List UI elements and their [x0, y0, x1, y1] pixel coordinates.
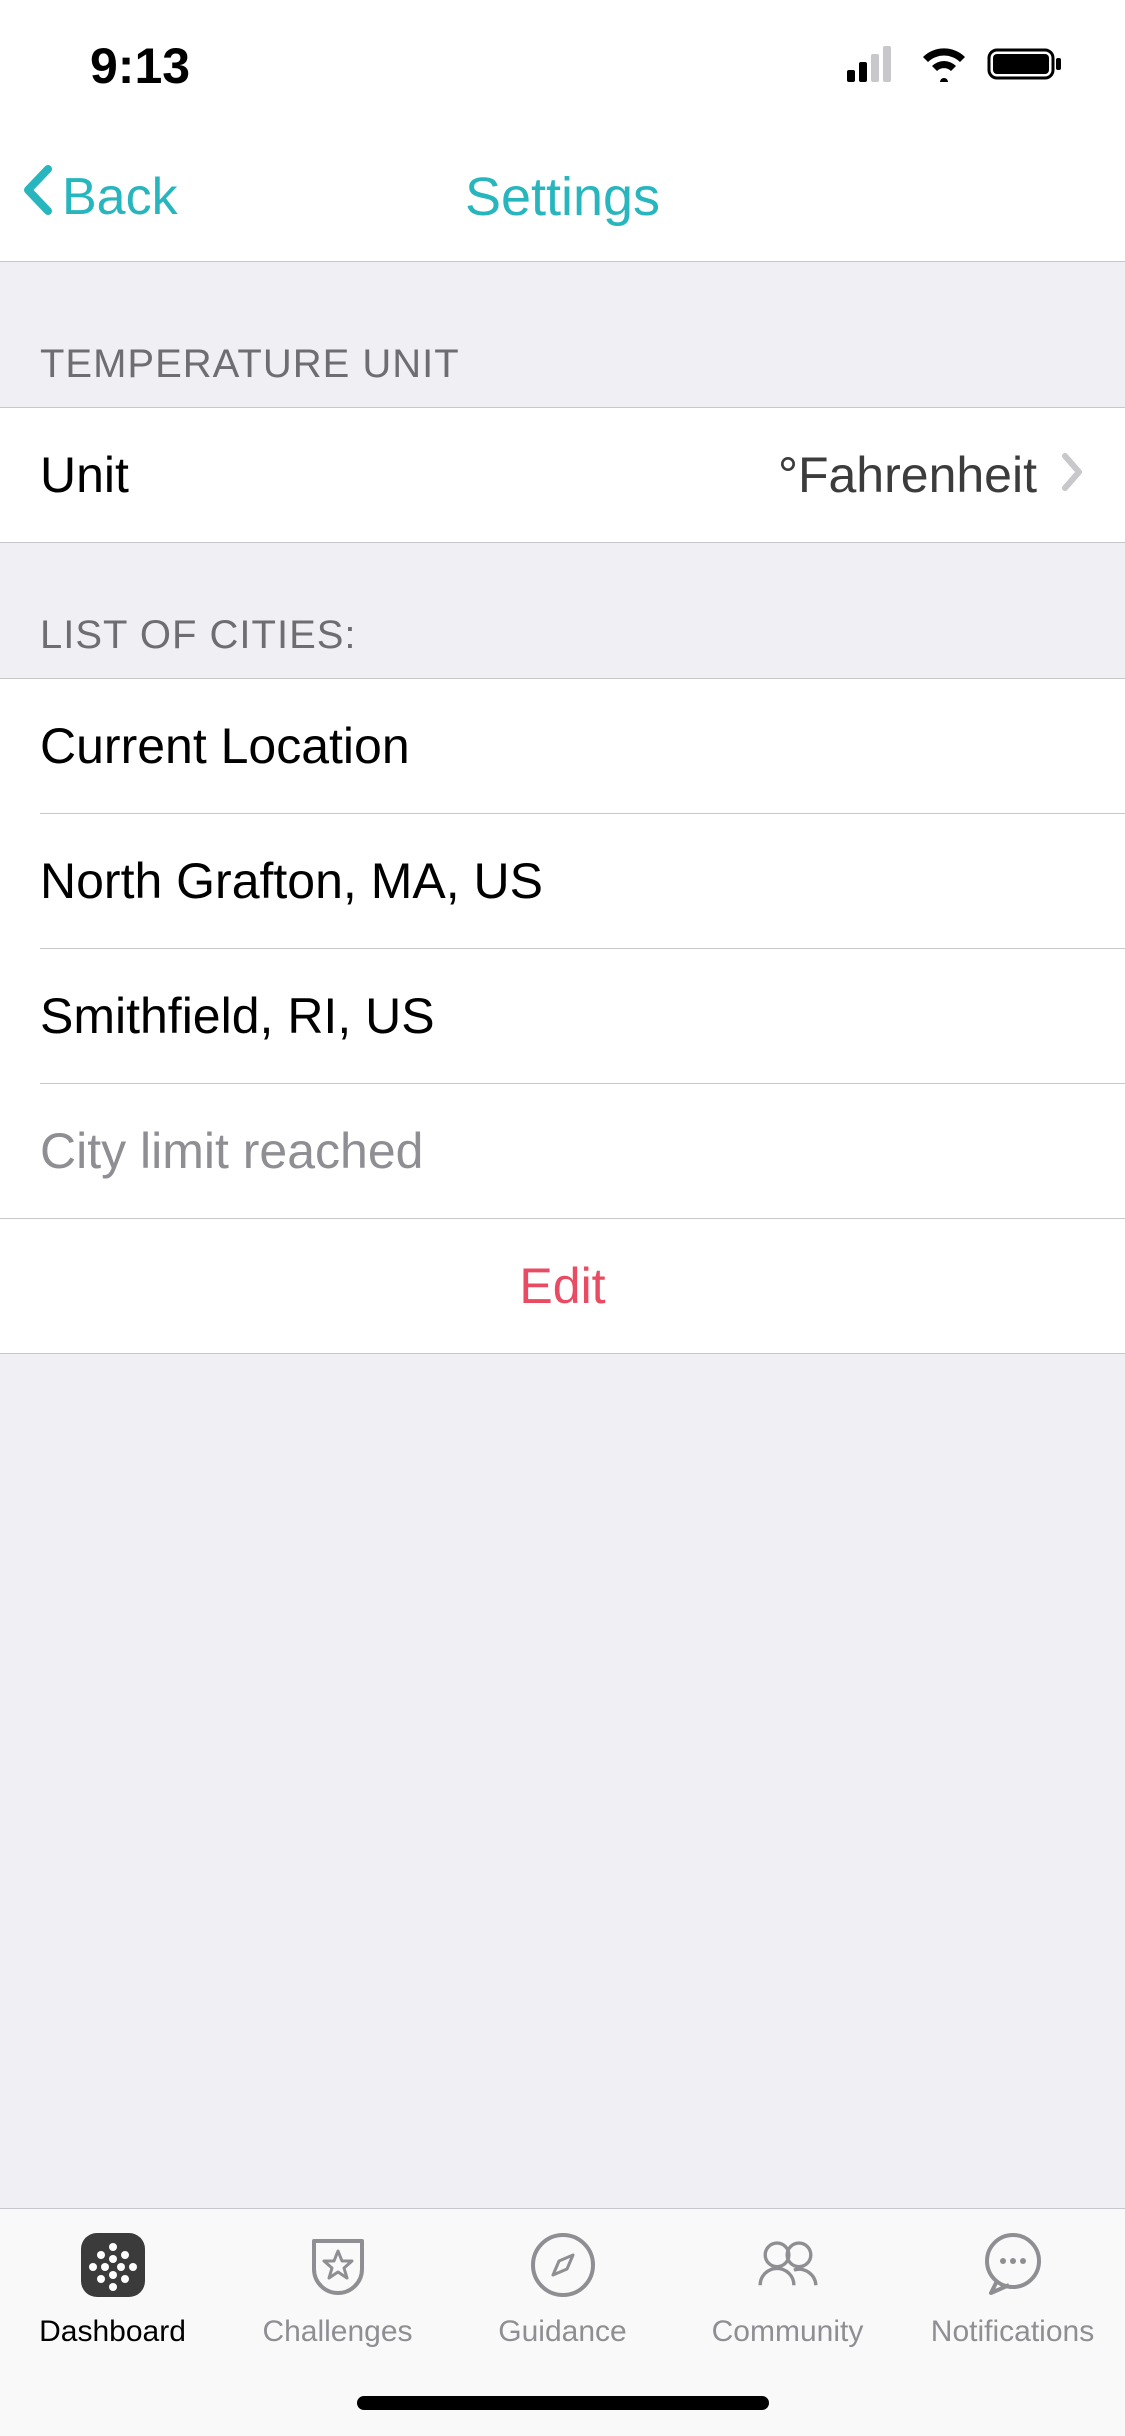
status-icons [847, 46, 1065, 87]
unit-value-container: °Fahrenheit [778, 446, 1085, 504]
unit-row[interactable]: Unit °Fahrenheit [0, 407, 1125, 543]
tab-label: Dashboard [39, 2315, 186, 2349]
tab-community[interactable]: Community [675, 2227, 900, 2349]
guidance-icon [525, 2227, 601, 2303]
unit-label: Unit [40, 446, 129, 504]
dashboard-icon [75, 2227, 151, 2303]
notifications-icon [975, 2227, 1051, 2303]
cell-signal-icon [847, 46, 901, 87]
back-label: Back [62, 167, 178, 227]
chevron-left-icon [20, 163, 54, 230]
section-header-cities: LIST OF CITIES: [0, 543, 1125, 678]
section-header-temperature: TEMPERATURE UNIT [0, 262, 1125, 407]
back-button[interactable]: Back [20, 163, 178, 230]
city-row-current-location[interactable]: Current Location [40, 679, 1125, 814]
tab-guidance[interactable]: Guidance [450, 2227, 675, 2349]
nav-bar: Back Settings [0, 132, 1125, 262]
tab-dashboard[interactable]: Dashboard [0, 2227, 225, 2349]
community-icon [750, 2227, 826, 2303]
unit-value: °Fahrenheit [778, 446, 1037, 504]
city-limit-message: City limit reached [40, 1084, 1125, 1218]
tab-label: Notifications [931, 2315, 1094, 2349]
tab-challenges[interactable]: Challenges [225, 2227, 450, 2349]
status-bar: 9:13 [0, 0, 1125, 132]
tab-label: Community [712, 2315, 864, 2349]
battery-icon [987, 46, 1065, 87]
tab-notifications[interactable]: Notifications [900, 2227, 1125, 2349]
home-indicator[interactable] [357, 2396, 769, 2410]
page-title: Settings [465, 166, 660, 228]
city-list: Current Location North Grafton, MA, US S… [0, 678, 1125, 1218]
status-time: 9:13 [90, 37, 190, 95]
city-row[interactable]: Smithfield, RI, US [40, 949, 1125, 1084]
edit-button[interactable]: Edit [0, 1218, 1125, 1354]
challenges-icon [300, 2227, 376, 2303]
city-row[interactable]: North Grafton, MA, US [40, 814, 1125, 949]
chevron-right-icon [1061, 446, 1085, 504]
wifi-icon [919, 46, 969, 87]
tab-label: Guidance [498, 2315, 626, 2349]
tab-label: Challenges [262, 2315, 412, 2349]
